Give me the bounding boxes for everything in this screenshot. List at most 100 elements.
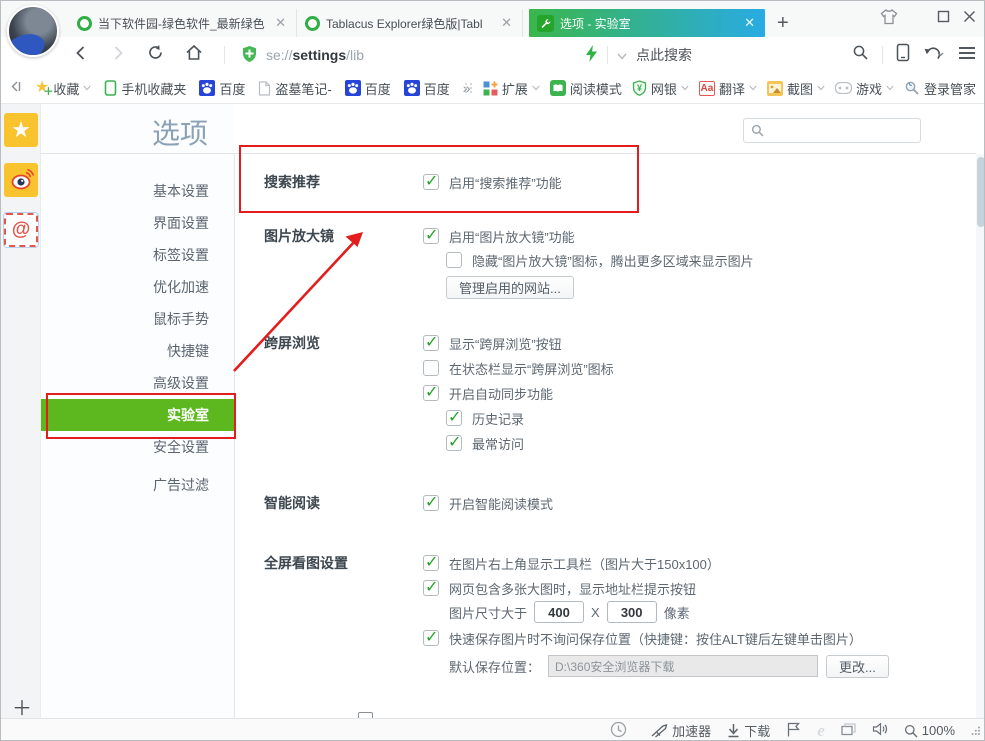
nav-item-security[interactable]: 安全设置 [41, 431, 234, 463]
theme-shirt-icon[interactable] [880, 9, 898, 30]
nav-item-basic[interactable]: 基本设置 [41, 175, 234, 207]
collapse-sidebar-icon[interactable] [9, 80, 22, 96]
settings-search-box[interactable] [743, 118, 921, 143]
nav-item-optimize[interactable]: 优化加速 [41, 271, 234, 303]
bookmark-mobile-folder[interactable]: 手机收藏夹 [104, 79, 186, 98]
extensions-button[interactable]: 扩展 [483, 79, 540, 98]
volume-icon[interactable] [872, 722, 888, 739]
nav-item-advanced[interactable]: 高级设置 [41, 367, 234, 399]
ie-mode-icon[interactable]: e [817, 721, 825, 741]
window-mode-icon[interactable] [841, 723, 856, 739]
site-favicon [77, 16, 92, 31]
forward-button[interactable] [110, 45, 126, 66]
bookmark-baidu[interactable]: 百度 [404, 79, 450, 98]
back-button[interactable] [73, 45, 89, 66]
user-avatar[interactable] [7, 5, 59, 57]
checkbox-unchecked[interactable] [423, 360, 439, 376]
bookmark-favorites[interactable]: ★＋ 收藏 [35, 79, 91, 98]
manage-sites-button[interactable]: 管理启用的网站... [446, 276, 574, 299]
online-banking-button[interactable]: ¥ 网银 [632, 79, 689, 98]
bookmark-baidu[interactable]: 百度 [199, 79, 245, 98]
home-button[interactable] [185, 44, 203, 66]
add-panel-button[interactable]: ＋ [12, 692, 32, 721]
checkbox-unchecked[interactable] [446, 252, 462, 268]
checkbox-checked[interactable] [423, 174, 439, 190]
checkbox-checked[interactable] [446, 410, 462, 426]
save-path-label: 默认保存位置： [449, 657, 540, 676]
site-security-shield-icon[interactable] [241, 45, 258, 66]
download-button[interactable]: 下载 [727, 721, 770, 740]
bookmark-novel[interactable]: 盗墓笔记- [258, 79, 331, 98]
scrollbar-thumb[interactable] [977, 157, 985, 227]
settings-sidebar: 选项 基本设置 界面设置 标签设置 优化加速 鼠标手势 快捷键 高级设置 实验室… [41, 104, 234, 718]
tab-close-icon[interactable]: ✕ [499, 15, 514, 31]
games-button[interactable]: 游戏 [835, 79, 894, 98]
nav-item-lab-active[interactable]: 实验室 [41, 399, 234, 431]
browser-tab-active[interactable]: 选项 - 实验室 ✕ [529, 9, 765, 37]
login-manager-button[interactable]: 登录管家 [904, 79, 976, 98]
nav-item-tabs[interactable]: 标签设置 [41, 239, 234, 271]
new-tab-button[interactable]: + [777, 13, 789, 33]
flag-report-icon[interactable] [786, 722, 801, 740]
menu-icon[interactable] [958, 46, 976, 65]
browser-tab[interactable]: Tablacus Explorer绿色版|Tabl ✕ [297, 9, 523, 37]
close-button[interactable] [963, 10, 976, 28]
tab-title: 当下软件园-绿色软件_最新绿色 [98, 15, 267, 32]
minimize-button[interactable] [911, 10, 924, 28]
checkbox-checked[interactable] [423, 228, 439, 244]
refresh-button[interactable] [147, 44, 164, 66]
phone-icon [104, 80, 117, 96]
tab-close-icon[interactable]: ✕ [273, 15, 288, 31]
lightning-icon[interactable] [585, 45, 598, 65]
checkbox-checked[interactable] [423, 385, 439, 401]
section-label-smart-reading: 智能阅读 [264, 491, 320, 515]
checkbox-checked[interactable] [446, 435, 462, 451]
checkbox-checked[interactable] [423, 630, 439, 646]
resize-grip[interactable] [971, 723, 980, 738]
setting-row: 在图片右上角显示工具栏（图片大于150x100） [423, 551, 720, 575]
screenshot-button[interactable]: 截图 [767, 79, 825, 98]
setting-row: 管理启用的网站... [446, 275, 574, 299]
translate-button[interactable]: Aa 翻译 [699, 79, 757, 98]
url-field[interactable]: se://settings/lib [241, 37, 364, 73]
accelerator-button[interactable]: 加速器 [651, 721, 711, 740]
nav-item-hotkeys[interactable]: 快捷键 [41, 335, 234, 367]
checkbox-label: 最常访问 [472, 434, 524, 453]
tab-close-icon[interactable]: ✕ [742, 15, 757, 31]
nav-right-buttons [852, 37, 976, 73]
size-prefix-label: 图片尺寸大于 [449, 603, 527, 622]
mail-at-icon[interactable]: @ [4, 213, 38, 247]
weibo-icon[interactable] [4, 163, 38, 197]
checkbox-checked[interactable] [423, 335, 439, 351]
search-icon [751, 124, 764, 137]
nav-buttons [73, 37, 225, 73]
nav-item-mouse-gesture[interactable]: 鼠标手势 [41, 303, 234, 335]
nav-item-adblock[interactable]: 广告过滤 [41, 469, 234, 501]
browser-tab[interactable]: 当下软件园-绿色软件_最新绿色 ✕ [69, 9, 297, 37]
change-path-button[interactable]: 更改... [826, 655, 889, 678]
width-input[interactable] [534, 601, 584, 623]
height-input[interactable] [607, 601, 657, 623]
nav-item-interface[interactable]: 界面设置 [41, 207, 234, 239]
favorites-panel-icon[interactable]: ★ [4, 113, 38, 147]
restore-session-icon[interactable] [610, 721, 627, 741]
checkbox-checked[interactable] [423, 580, 439, 596]
reading-mode-button[interactable]: 阅读模式 [550, 79, 622, 98]
search-icon[interactable] [852, 44, 869, 66]
side-app-strip: ★ @ ＋ [1, 104, 41, 718]
zoom-control[interactable]: 100% [904, 723, 955, 738]
chevron-down-icon[interactable] [617, 47, 627, 63]
maximize-button[interactable] [937, 10, 950, 28]
checkbox-checked[interactable] [423, 555, 439, 571]
bookmark-baidu[interactable]: 百度 [345, 79, 391, 98]
star-plus-icon: ★＋ [35, 80, 49, 96]
undo-history-icon[interactable] [923, 44, 945, 67]
title-bar: 当下软件园-绿色软件_最新绿色 ✕ Tablacus Explorer绿色版|T… [1, 1, 985, 37]
quick-search-area: 点此搜索 [585, 37, 692, 73]
checkbox-checked[interactable] [423, 495, 439, 511]
content-scrollbar[interactable] [976, 154, 985, 718]
mobile-sync-icon[interactable] [896, 43, 910, 67]
save-path-input[interactable] [548, 655, 818, 677]
section-label-magnifier: 图片放大镜 [264, 224, 334, 248]
search-hint[interactable]: 点此搜索 [636, 45, 692, 65]
